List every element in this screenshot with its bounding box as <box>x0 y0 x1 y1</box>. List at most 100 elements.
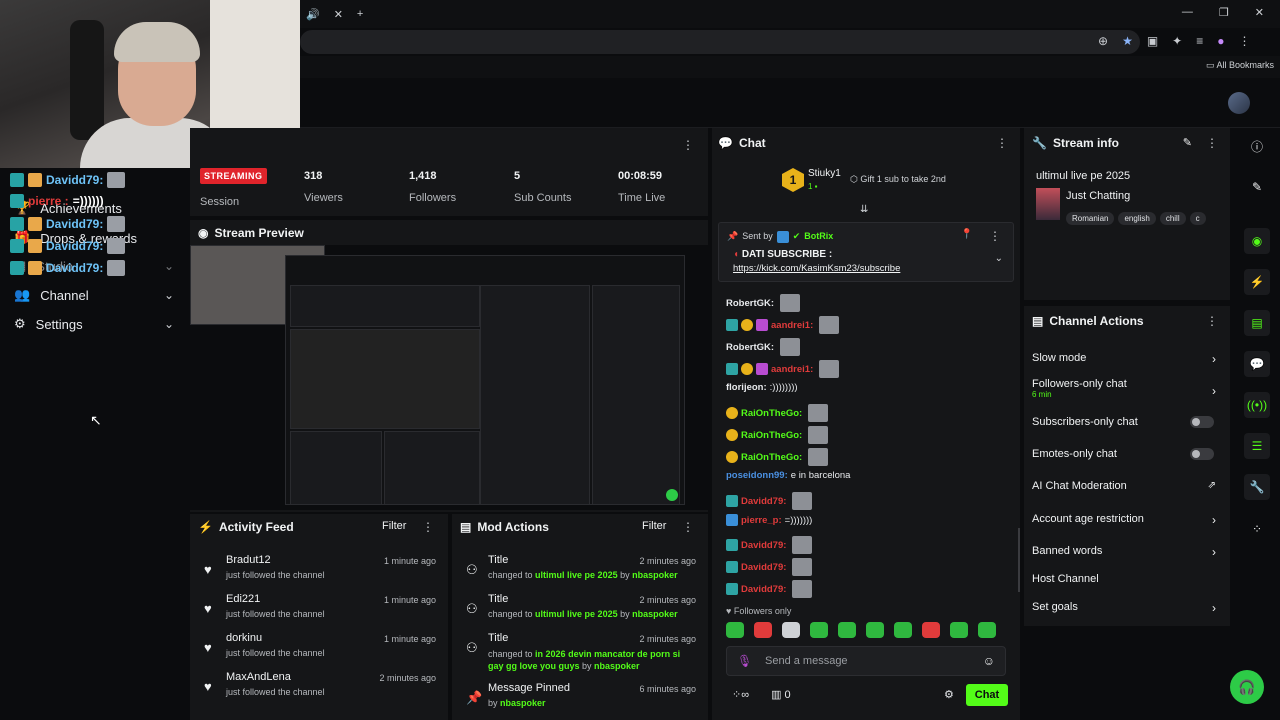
account-age-row[interactable]: Account age restriction › <box>1032 513 1222 527</box>
media-icon[interactable]: ≡ <box>1196 34 1203 48</box>
camera-icon[interactable]: ◉ <box>1244 228 1270 254</box>
chat-input[interactable]: 🎙 Send a message ☺ <box>726 646 1006 676</box>
subscribers-only-toggle[interactable] <box>1190 416 1214 428</box>
activity-user[interactable]: Edi221 <box>226 593 260 605</box>
stat-viewers: 318 Viewers <box>304 170 343 204</box>
kebab-icon[interactable]: ⋮ <box>1206 314 1218 328</box>
sidebar-item-channel[interactable]: 👥 Channel ⌄ <box>14 287 184 303</box>
emote-icon[interactable] <box>866 622 884 638</box>
emote-icon[interactable] <box>922 622 940 638</box>
activity-user[interactable]: Bradut12 <box>226 554 271 566</box>
chat-username[interactable]: aandrei1: <box>771 364 813 375</box>
address-bar[interactable] <box>300 30 1140 54</box>
user-avatar[interactable] <box>1228 92 1250 114</box>
maximize-button[interactable]: ❐ <box>1219 6 1229 19</box>
emote-icon[interactable] <box>782 622 800 638</box>
slow-mode-row[interactable]: Slow mode › <box>1032 352 1222 366</box>
zoom-icon[interactable]: ⊕ <box>1098 34 1108 48</box>
close-window-button[interactable]: ✕ <box>1255 6 1264 19</box>
chat-scrollbar[interactable] <box>1018 528 1020 592</box>
chat-username[interactable]: RaiOnTheGo: <box>741 452 802 463</box>
followers-only-row[interactable]: Followers-only chat 6 min › <box>1032 378 1222 399</box>
new-tab-icon[interactable]: + <box>357 8 363 20</box>
kebab-icon[interactable]: ⋮ <box>422 520 434 534</box>
stack-icon[interactable]: ☰ <box>1244 433 1270 459</box>
chat-username[interactable]: pierre_p: <box>741 515 782 526</box>
panel-title: Chat <box>738 136 766 150</box>
pin-icon[interactable]: 📍 <box>961 229 973 240</box>
top-gifter-name[interactable]: Stiuky1 <box>808 168 841 179</box>
emoji-icon[interactable]: ☺ <box>983 654 995 668</box>
chat-username[interactable]: RobertGK: <box>726 342 774 353</box>
filter-button[interactable]: Filter <box>382 520 406 532</box>
emote-icon[interactable] <box>838 622 856 638</box>
apps-icon[interactable]: ⁘ <box>1244 516 1270 542</box>
chat-username[interactable]: Davidd79: <box>741 496 786 507</box>
pencil-icon[interactable]: ✎ <box>1183 136 1192 149</box>
kebab-icon[interactable]: ⋮ <box>989 229 1001 243</box>
chat-icon[interactable]: 💬 <box>1244 351 1270 377</box>
chat-username[interactable]: florijeon: <box>726 382 767 393</box>
extension-icon[interactable]: ▣ <box>1147 34 1158 48</box>
wrench-icon[interactable]: 🔧 <box>1244 474 1270 500</box>
row-label: Subscribers-only chat <box>1032 416 1138 428</box>
banned-words-row[interactable]: Banned words › <box>1032 545 1222 559</box>
emote-icon[interactable] <box>754 622 772 638</box>
emotes-only-toggle[interactable] <box>1190 448 1214 460</box>
profile-icon[interactable]: ● <box>1217 34 1224 48</box>
send-chat-button[interactable]: Chat <box>966 684 1008 706</box>
chat-username[interactable]: RobertGK: <box>726 298 774 309</box>
broadcast-icon[interactable]: ((•)) <box>1244 392 1270 418</box>
emote-icon[interactable] <box>894 622 912 638</box>
host-channel-row[interactable]: Host Channel <box>1032 573 1222 585</box>
filter-button[interactable]: Filter <box>642 520 666 532</box>
bolt-icon[interactable]: ⚡ <box>1244 269 1270 295</box>
puzzle-icon[interactable]: ✦ <box>1172 34 1182 48</box>
menu-icon[interactable]: ⋮ <box>1239 34 1251 48</box>
chat-message: RaiOnTheGo: <box>726 448 829 466</box>
emote-icon[interactable] <box>726 622 744 638</box>
close-tab-icon[interactable]: ✕ <box>334 8 343 21</box>
pinned-link[interactable]: https://kick.com/KasimKsm23/subscribe <box>733 263 900 274</box>
ai-moderation-row[interactable]: AI Chat Moderation ⇗ <box>1032 480 1222 492</box>
emote-icon[interactable] <box>978 622 996 638</box>
chevron-down-icon[interactable]: ⌄ <box>995 253 1003 264</box>
emote-icon[interactable] <box>810 622 828 638</box>
all-bookmarks-button[interactable]: ▭ All Bookmarks <box>1206 60 1274 71</box>
kebab-icon[interactable]: ⋮ <box>682 138 694 152</box>
chat-username[interactable]: Davidd79: <box>741 540 786 551</box>
chat-username[interactable]: poseidonn99: <box>726 470 788 481</box>
support-headset-icon[interactable]: 🎧 <box>1230 670 1264 704</box>
star-icon[interactable]: ★ <box>1122 34 1133 48</box>
info-icon[interactable]: ⓘ <box>1244 134 1270 160</box>
page: 🔊 ✕ + — ❐ ✕ ⊕ ★ ▣ ✦ ≡ ● ⋮ ▭ All Bookmark… <box>0 0 1280 720</box>
kebab-icon[interactable]: ⋮ <box>996 136 1008 150</box>
heart-icon: ♥ <box>204 679 212 694</box>
chat-username[interactable]: Davidd79: <box>741 584 786 595</box>
vault-counter[interactable]: ▥ 0 <box>771 688 791 701</box>
infinity-icon[interactable]: ⁘∞ <box>732 688 749 701</box>
mic-icon[interactable]: 🎙 <box>737 654 752 668</box>
sidebar-item-settings[interactable]: ⚙ Settings ⌄ <box>14 316 184 332</box>
mute-icon[interactable]: 🔊 <box>306 8 320 21</box>
stream-preview-video[interactable] <box>190 245 708 510</box>
chat-username[interactable]: RaiOnTheGo: <box>741 430 802 441</box>
emote-icon[interactable] <box>950 622 968 638</box>
stream-category[interactable]: Just Chatting <box>1066 190 1130 202</box>
set-goals-row[interactable]: Set goals › <box>1032 601 1222 615</box>
gift-prompt[interactable]: ⬡ Gift 1 sub to take 2nd <box>850 174 946 185</box>
activity-user[interactable]: MaxAndLena <box>226 671 291 683</box>
edit-icon[interactable]: ✎ <box>1244 174 1270 200</box>
activity-user[interactable]: dorkinu <box>226 632 262 644</box>
gear-icon[interactable]: ⚙ <box>944 688 954 701</box>
minimize-button[interactable]: — <box>1182 6 1193 19</box>
kebab-icon[interactable]: ⋮ <box>682 520 694 534</box>
chat-username[interactable]: aandrei1: <box>771 320 813 331</box>
document-icon[interactable]: ▤ <box>1244 310 1270 336</box>
collapse-icon[interactable]: ⇊ <box>860 204 868 215</box>
chat-username[interactable]: RaiOnTheGo: <box>741 408 802 419</box>
chat-username[interactable]: Davidd79: <box>741 562 786 573</box>
top-gifter-badge: 1 <box>782 168 804 192</box>
kebab-icon[interactable]: ⋮ <box>1206 136 1218 150</box>
pinned-user[interactable]: BotRix <box>804 231 833 243</box>
